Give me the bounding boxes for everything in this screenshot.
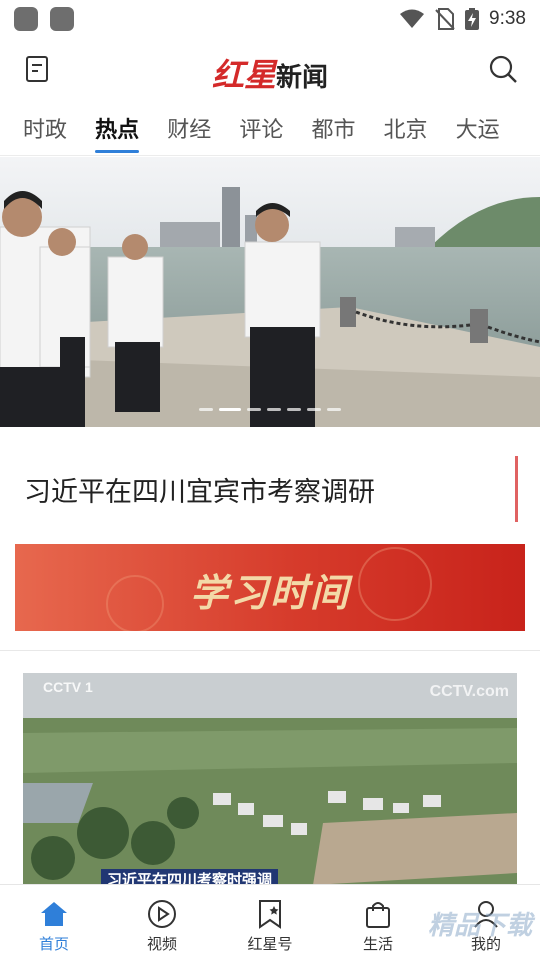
battery-charging-icon <box>465 8 480 30</box>
watermark: 精品下载 <box>427 911 532 941</box>
tab-redian[interactable]: 热点 <box>95 100 140 155</box>
carousel-dot[interactable] <box>287 408 301 411</box>
wifi-icon <box>400 9 425 28</box>
tab-dayun[interactable]: 大运 <box>456 100 500 155</box>
nav-home[interactable]: 首页 <box>0 885 108 960</box>
carousel-dot[interactable] <box>219 408 241 411</box>
carousel-dots <box>0 396 540 415</box>
cctv-logo-right: CCTV.com <box>429 683 509 700</box>
study-time-title: 学习时间 <box>189 570 350 615</box>
notification-icon <box>14 7 38 31</box>
no-sim-icon <box>435 8 455 30</box>
logo-red-text: 红星 <box>211 56 276 94</box>
nav-home-label: 首页 <box>38 935 69 953</box>
video-thumbnail <box>23 673 517 885</box>
hero-photo <box>0 157 540 427</box>
headline-accent-bar <box>515 456 518 522</box>
hero-carousel[interactable] <box>0 157 540 427</box>
tab-shizheng[interactable]: 时政 <box>23 100 67 155</box>
home-icon <box>41 902 67 926</box>
tab-pinglun[interactable]: 评论 <box>239 100 283 155</box>
carousel-dot[interactable] <box>307 408 321 411</box>
bookmark-star-icon <box>259 900 281 929</box>
nav-hongxinghao-label: 红星号 <box>247 935 293 953</box>
search-button[interactable] <box>488 54 518 84</box>
search-icon <box>489 55 517 83</box>
video-caption: 习近平在四川考察时强调 <box>101 869 279 885</box>
nav-hongxinghao[interactable]: 红星号 <box>216 885 324 960</box>
cctv-logo: CCTV 1 <box>43 679 93 695</box>
category-tabs: 时政 热点 财经 评论 都市 北京 大运 <box>0 100 540 156</box>
nav-life[interactable]: 生活 <box>324 885 432 960</box>
nav-video-label: 视频 <box>146 935 177 953</box>
carousel-dot[interactable] <box>247 408 261 411</box>
banner-headline[interactable]: 习近平在四川宜宾市考察调研 <box>24 470 504 509</box>
tab-beijing[interactable]: 北京 <box>384 100 428 155</box>
nav-life-label: 生活 <box>362 935 393 953</box>
carousel-dot[interactable] <box>267 408 281 411</box>
study-time-banner[interactable]: 学习时间 <box>15 544 525 631</box>
tab-caijing[interactable]: 财经 <box>167 100 211 155</box>
carousel-dot[interactable] <box>327 408 341 411</box>
notification-icon <box>50 7 74 31</box>
app-header: 红星新闻 <box>0 40 540 98</box>
logo-black-text: 新闻 <box>276 63 329 93</box>
shopping-bag-icon <box>366 902 390 928</box>
section-divider <box>0 650 540 651</box>
tab-dushi[interactable]: 都市 <box>311 100 355 155</box>
carousel-dot[interactable] <box>199 408 213 411</box>
app-logo: 红星新闻 <box>0 50 540 96</box>
nav-video[interactable]: 视频 <box>108 885 216 960</box>
video-card[interactable]: CCTV 1 CCTV.com 习近平在四川考察时强调 <box>23 673 517 885</box>
play-icon <box>148 900 176 928</box>
status-bar: 9:38 <box>0 0 540 38</box>
clock: 9:38 <box>489 8 526 29</box>
